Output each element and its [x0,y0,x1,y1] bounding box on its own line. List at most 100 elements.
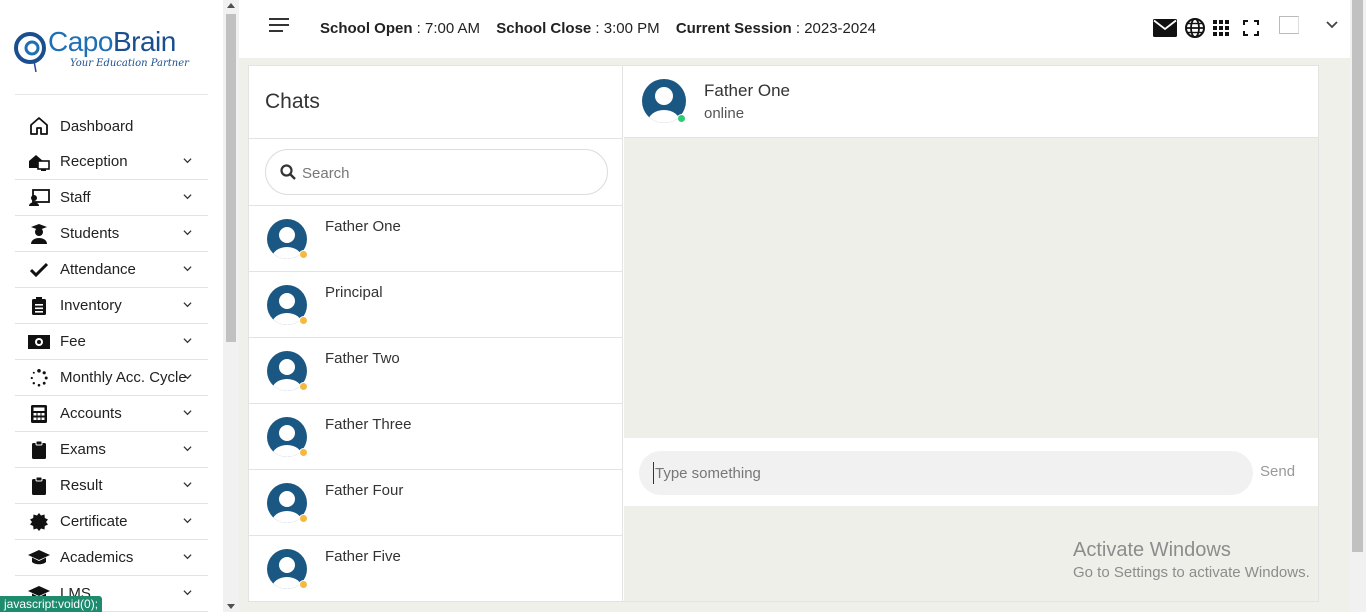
send-button[interactable]: Send [1260,463,1295,480]
sidebar-item-label: Dashboard [60,117,134,135]
chevron-down-icon [183,518,192,524]
sidebar-item-fee[interactable]: Fee [15,324,208,360]
top-icons [1153,18,1267,38]
contact-name: Principal [325,284,383,301]
logo-mark-icon [14,32,46,72]
chevron-down-icon [183,302,192,308]
contact-item[interactable]: Father Two [249,338,623,404]
watermark-title: Activate Windows [1073,539,1231,561]
brand-logo[interactable]: CapoBrain Your Education Partner [14,24,194,84]
chats-title: Chats [265,90,320,113]
contact-item[interactable]: Father One [249,206,623,272]
search-box [265,149,608,195]
search-input[interactable] [302,162,592,184]
check-icon [28,259,50,281]
chevron-down-icon [183,554,192,560]
contact-item[interactable]: Principal [249,272,623,338]
sidebar-item-certificate[interactable]: Certificate [15,504,208,540]
sidebar-item-dashboard[interactable]: Dashboard [15,108,208,144]
contact-name: Father Three [325,416,412,433]
graduation-cap-icon [28,547,50,569]
sidebar: CapoBrain Your Education Partner Dashboa… [0,0,223,612]
contact-name: Father Four [325,482,404,499]
chevron-down-icon[interactable] [1326,21,1338,29]
browser-status-bar: javascript:void(0); [0,596,103,612]
brand-tagline: Your Education Partner [70,58,189,69]
certificate-icon [28,511,50,533]
chat-panel: Chats Father One Principal Father Two [248,65,1319,602]
globe-icon[interactable] [1185,18,1205,38]
divider [15,94,208,95]
student-icon [28,223,50,245]
search-icon [280,164,296,180]
sidebar-item-label: Staff [60,189,91,206]
sidebar-item-label: Fee [60,333,86,350]
contact-name: Father Two [325,350,400,367]
active-contact-status: online [704,105,745,122]
sidebar-scrollbar[interactable] [223,0,239,612]
contact-name: Father Five [325,548,401,565]
contact-item[interactable]: Father Three [249,404,623,470]
sidebar-item-accounts[interactable]: Accounts [15,396,208,432]
online-status-dot [677,114,686,123]
envelope-icon[interactable] [1153,19,1177,37]
school-info: School Open : 7:00 AM School Close : 3:0… [320,20,888,37]
school-close-label: School Close [496,20,592,37]
sidebar-item-exams[interactable]: Exams [15,432,208,468]
user-avatar[interactable] [1279,16,1299,34]
sidebar-item-label: Students [60,225,120,242]
page-scrollbar[interactable] [1350,0,1366,612]
sidebar-item-label: Result [60,477,103,494]
hamburger-menu-icon[interactable] [269,18,291,36]
spinner-icon [28,367,50,389]
sidebar-item-label: Monthly Acc. Cycle [60,369,187,386]
message-area [624,138,1318,438]
school-close-value: : 3:00 PM [591,20,660,37]
chevron-down-icon [183,374,192,380]
chevron-down-icon [183,266,192,272]
sidebar-item-label: Exams [60,441,106,458]
divider [249,138,623,139]
away-status-dot [299,580,308,589]
away-status-dot [299,250,308,259]
message-input[interactable] [653,462,1233,484]
scrollbar-thumb[interactable] [226,14,236,342]
sidebar-item-monthly-acc-cycle[interactable]: Monthly Acc. Cycle [15,360,208,396]
away-status-dot [299,382,308,391]
sidebar-item-result[interactable]: Result [15,468,208,504]
money-icon [28,331,50,353]
sidebar-item-label: Accounts [60,405,122,422]
scroll-down-arrow-icon[interactable] [227,604,235,609]
sidebar-item-academics[interactable]: Academics [15,540,208,576]
away-status-dot [299,448,308,457]
sidebar-item-students[interactable]: Students [15,216,208,252]
home-icon [28,115,50,137]
fullscreen-icon[interactable] [1243,20,1259,36]
contact-name: Father One [325,218,401,235]
sidebar-item-attendance[interactable]: Attendance [15,252,208,288]
sidebar-nav: Dashboard Reception Staff Students Atten… [15,108,208,612]
scroll-up-arrow-icon[interactable] [227,3,235,8]
active-contact-name: Father One [704,81,790,100]
apps-grid-icon[interactable] [1213,20,1229,36]
reception-icon [28,151,50,173]
scrollbar-thumb[interactable] [1352,0,1363,552]
session-value: : 2023-2024 [791,20,876,37]
top-bar: School Open : 7:00 AM School Close : 3:0… [239,0,1350,58]
contact-item[interactable]: Father Five [249,536,623,602]
sidebar-item-reception[interactable]: Reception [15,144,208,180]
message-input-wrapper [639,451,1253,495]
message-composer: Send [624,439,1318,506]
chat-list-pane: Chats Father One Principal Father Two [249,66,623,601]
contact-item[interactable]: Father Four [249,470,623,536]
sidebar-item-label: Certificate [60,513,128,530]
chevron-down-icon [183,410,192,416]
sidebar-item-inventory[interactable]: Inventory [15,288,208,324]
chevron-down-icon [183,158,192,164]
chevron-down-icon [183,338,192,344]
clipboard-icon [28,475,50,497]
away-status-dot [299,316,308,325]
school-open-value: : 7:00 AM [412,20,481,37]
away-status-dot [299,514,308,523]
sidebar-item-staff[interactable]: Staff [15,180,208,216]
